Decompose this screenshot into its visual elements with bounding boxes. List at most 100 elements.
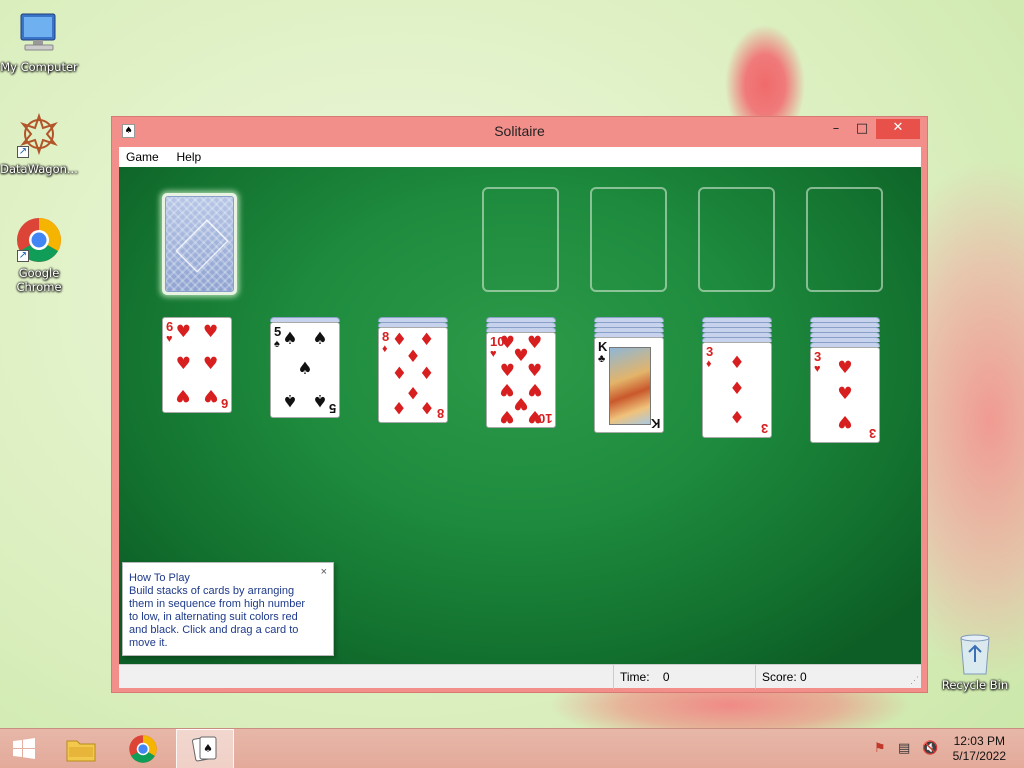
tableau-pile-3[interactable]: 8 ♦ 8 ♦ ♦ ♦ ♦ ♦ ♦ ♦ ♦ xyxy=(378,317,448,423)
shortcut-arrow-icon: ↗ xyxy=(17,146,29,158)
card-rank-top: 6 xyxy=(166,319,174,334)
volume-muted-icon[interactable]: 🔇 xyxy=(922,741,938,756)
shortcut-arrow-icon: ↗ xyxy=(17,250,29,262)
face-up-card[interactable]: 8 ♦ 8 ♦ ♦ ♦ ♦ ♦ ♦ ♦ ♦ xyxy=(378,327,448,423)
tableau-pile-4[interactable]: 10 ♥ 10 ♥ ♥ ♥ ♥ ♥ ♥ ♥ ♥ ♥ ♥ xyxy=(486,317,556,428)
face-up-card[interactable]: 10 ♥ 10 ♥ ♥ ♥ ♥ ♥ ♥ ♥ ♥ ♥ ♥ xyxy=(486,332,556,428)
popup-heading: How To Play xyxy=(129,572,190,584)
menu-bar: Game Help xyxy=(119,147,921,167)
tableau-pile-2[interactable]: 5 ♠ 5 ♠ ♠ ♠ ♠ ♠ xyxy=(270,317,340,418)
minimize-button[interactable]: – xyxy=(826,120,846,140)
recycle-bin-icon xyxy=(955,630,995,676)
score-label: Score: 0 xyxy=(762,670,807,684)
card-pip: ♥ xyxy=(526,361,543,382)
card-suit-top: ♥ xyxy=(490,348,497,360)
desktop-icon-label: My Computer xyxy=(0,60,78,74)
tableau-pile-7[interactable]: 3 ♥ 3 ♥ ♥ ♥ xyxy=(810,317,880,443)
face-up-card[interactable]: 3 ♥ 3 ♥ ♥ ♥ xyxy=(810,347,880,443)
foundation-slot-3[interactable] xyxy=(698,187,775,292)
card-pip: ♥ xyxy=(837,357,853,378)
how-to-play-popup: × How To Play Build stacks of cards by a… xyxy=(122,562,334,656)
card-pip: ♥ xyxy=(202,385,219,406)
start-button[interactable] xyxy=(0,729,48,768)
desktop-icon-datawagon[interactable]: ↗ DataWagon... xyxy=(0,112,81,176)
card-pip: ♥ xyxy=(499,405,516,426)
foundation-slot-4[interactable] xyxy=(806,187,883,292)
card-rank-bottom: K xyxy=(650,416,660,431)
close-popup-button[interactable]: × xyxy=(321,566,327,578)
menu-help[interactable]: Help xyxy=(170,147,209,164)
card-rank-bottom: 5 xyxy=(328,401,336,416)
face-up-card[interactable]: 3 ♦ 3 ♦ ♦ ♦ xyxy=(702,342,772,438)
card-rank-top: 3 xyxy=(814,349,822,364)
resize-grip-icon[interactable]: ⋰ xyxy=(910,675,919,686)
card-pip: ♥ xyxy=(499,361,516,382)
taskbar-solitaire[interactable]: ♠ xyxy=(176,729,234,768)
maximize-button[interactable]: □ xyxy=(852,120,872,140)
card-pip: ♦ xyxy=(391,364,408,384)
card-pip: ♥ xyxy=(526,405,543,426)
stock-pile[interactable] xyxy=(162,193,237,295)
tableau-pile-5[interactable]: K ♣ K xyxy=(594,317,664,433)
face-up-card[interactable]: K ♣ K xyxy=(594,337,664,433)
chrome-icon: ↗ xyxy=(15,216,63,264)
clock-time: 12:03 PM xyxy=(953,734,1005,748)
network-icon[interactable]: ▤ xyxy=(898,741,910,756)
card-suit-top: ♦ xyxy=(706,358,712,370)
system-clock[interactable]: 12:03 PM 5/17/2022 xyxy=(953,734,1006,764)
popup-line: Build stacks of cards by arranging xyxy=(129,585,295,597)
window-title: Solitaire xyxy=(494,123,545,139)
card-pip: ♥ xyxy=(202,322,219,343)
popup-line: and black. Click and drag a card to xyxy=(129,624,299,636)
card-rank-bottom: 3 xyxy=(760,421,768,436)
computer-icon xyxy=(15,10,63,58)
card-pip: ♦ xyxy=(418,364,435,384)
card-pip: ♥ xyxy=(837,384,853,404)
windows-logo-icon xyxy=(13,738,35,759)
svg-text:♠: ♠ xyxy=(203,742,213,755)
card-rank-top: 8 xyxy=(382,329,390,344)
time-label: Time: xyxy=(620,670,650,684)
face-up-card[interactable]: 5 ♠ 5 ♠ ♠ ♠ ♠ ♠ xyxy=(270,322,340,418)
card-suit-top: ♥ xyxy=(166,333,173,345)
card-suit-top: ♣ xyxy=(598,353,606,365)
card-pip: ♦ xyxy=(729,406,745,427)
popup-line: them in sequence from high number xyxy=(129,598,306,610)
card-pip: ♠ xyxy=(297,359,313,379)
desktop-icon-label: DataWagon... xyxy=(0,162,78,176)
card-pip: ♥ xyxy=(202,354,219,374)
card-pip: ♠ xyxy=(312,328,328,349)
card-suit-top: ♥ xyxy=(814,363,821,375)
status-bar: Time: 0 Score: 0 ⋰ xyxy=(119,664,921,689)
taskbar-chrome[interactable] xyxy=(120,729,166,768)
card-rank-bottom: 6 xyxy=(220,396,228,411)
card-pip: ♠ xyxy=(282,328,298,349)
desktop-icon-chrome[interactable]: ↗ Google Chrome xyxy=(0,216,81,294)
title-bar[interactable]: ♠ Solitaire – □ ✕ xyxy=(112,117,927,147)
desktop-icon-recycle-bin[interactable]: Recycle Bin xyxy=(933,630,1017,692)
card-back xyxy=(165,196,234,292)
card-suit-top: ♠ xyxy=(274,338,280,350)
foundation-slot-1[interactable] xyxy=(482,187,559,292)
foundation-slot-2[interactable] xyxy=(590,187,667,292)
folder-icon xyxy=(66,740,96,762)
popup-line: move it. xyxy=(129,637,168,649)
card-pip: ♠ xyxy=(282,390,298,411)
close-button[interactable]: ✕ xyxy=(876,119,920,139)
card-suit-top: ♦ xyxy=(382,343,388,355)
action-center-flag-icon[interactable]: ⚑ xyxy=(874,741,886,756)
time-display: Time: 0 xyxy=(613,665,755,689)
tableau-pile-1[interactable]: 6 ♥ 6 ♥ ♥ ♥ ♥ ♥ ♥ xyxy=(162,317,232,413)
desktop-icon-my-computer[interactable]: My Computer xyxy=(0,10,81,74)
score-display: Score: 0 xyxy=(755,665,921,689)
face-up-card[interactable]: 6 ♥ 6 ♥ ♥ ♥ ♥ ♥ ♥ xyxy=(162,317,232,413)
card-pip: ♠ xyxy=(312,390,328,411)
card-pip: ♥ xyxy=(175,385,192,406)
taskbar: ♠ ⚑ ▤ 🔇 12:03 PM 5/17/2022 xyxy=(0,728,1024,768)
menu-game[interactable]: Game xyxy=(119,147,166,164)
card-pip: ♦ xyxy=(418,396,435,417)
card-rank-top: 3 xyxy=(706,344,714,359)
tableau-pile-6[interactable]: 3 ♦ 3 ♦ ♦ ♦ xyxy=(702,317,772,438)
taskbar-file-explorer[interactable] xyxy=(58,729,104,768)
card-pip: ♥ xyxy=(175,322,192,343)
